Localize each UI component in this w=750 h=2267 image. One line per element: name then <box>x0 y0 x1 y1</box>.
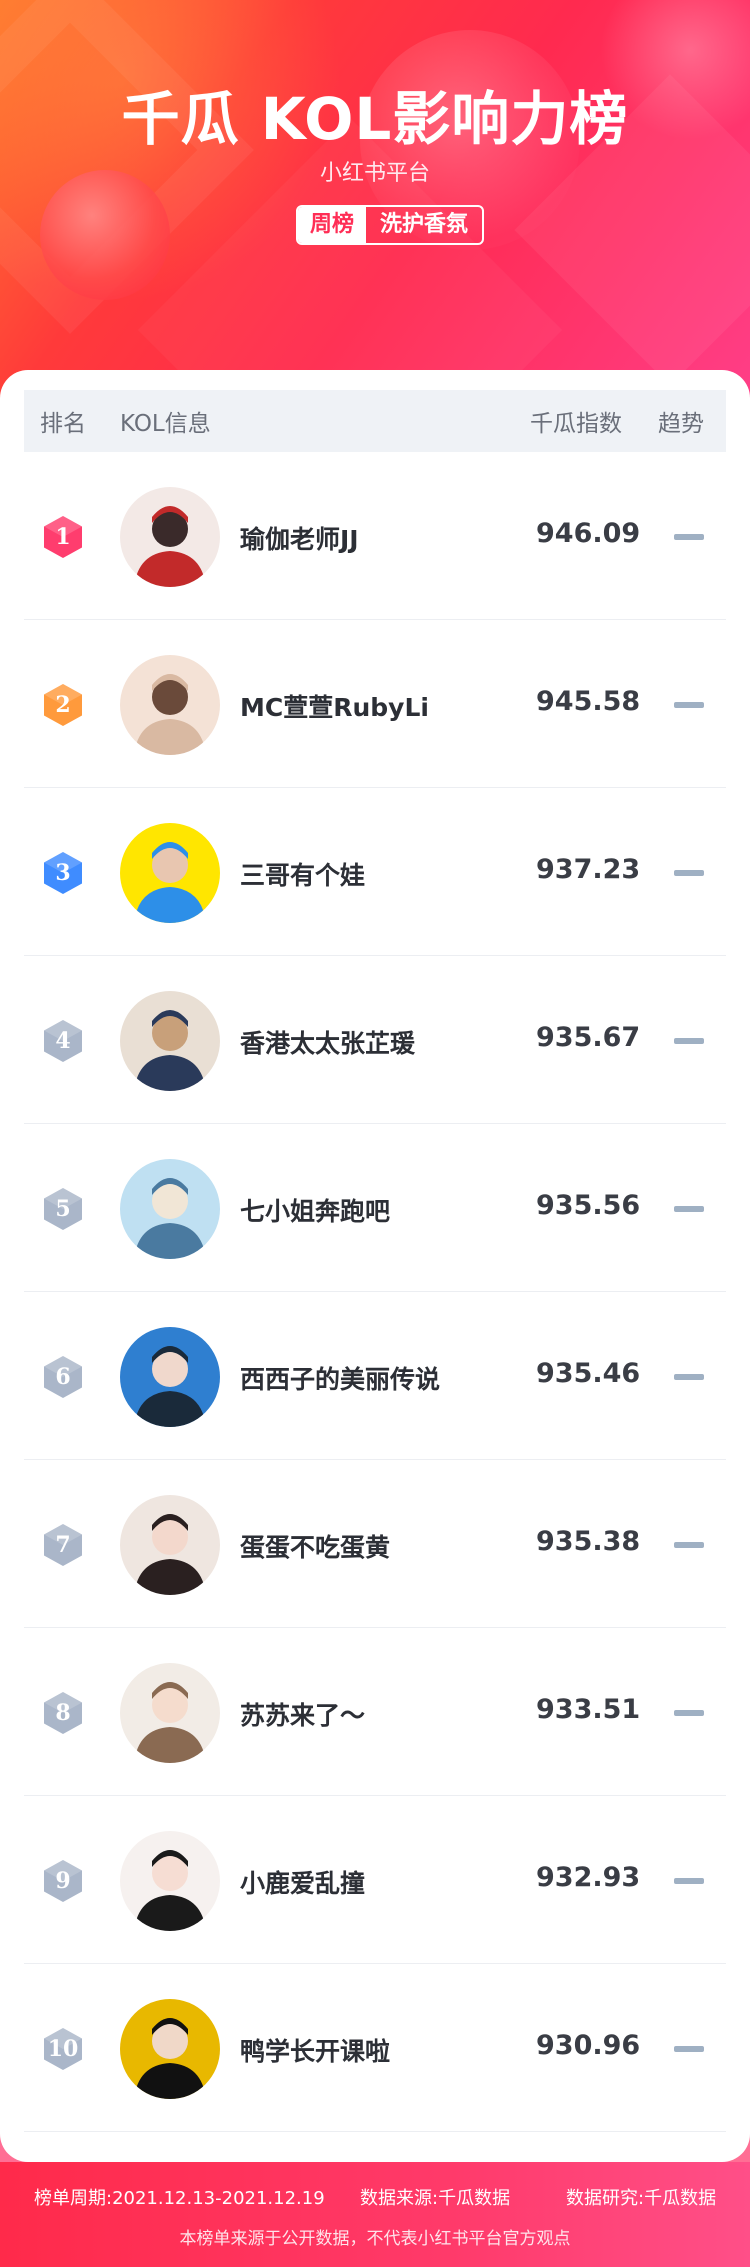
footer-disclaimer: 本榜单来源于公开数据，不代表小红书平台官方观点 <box>179 2229 571 2249</box>
rank-number: 8 <box>55 1700 71 1726</box>
trend-flat-icon <box>674 2046 704 2052</box>
kol-name[interactable]: 香港太太张芷瑗 <box>240 1024 415 1060</box>
kol-index-score: 935.56 <box>536 1190 641 1221</box>
kol-name[interactable]: 蛋蛋不吃蛋黄 <box>240 1528 390 1564</box>
rank-number: 7 <box>55 1532 71 1558</box>
kol-avatar[interactable] <box>120 655 220 755</box>
trend-flat-icon <box>674 1374 704 1380</box>
rank-number: 3 <box>55 860 71 886</box>
kol-avatar[interactable] <box>120 1663 220 1763</box>
trend-flat-icon <box>674 1878 704 1884</box>
rank-badge-icon: 4 <box>42 1019 84 1063</box>
table-row[interactable]: 4 香港太太张芷瑗 935.67 <box>24 956 726 1124</box>
kol-avatar[interactable] <box>120 823 220 923</box>
rank-number: 5 <box>55 1196 71 1222</box>
column-header-kol-info: KOL信息 <box>120 411 211 437</box>
trend-flat-icon <box>674 1710 704 1716</box>
trend-flat-icon <box>674 702 704 708</box>
kol-name[interactable]: 西西子的美丽传说 <box>240 1360 440 1396</box>
ranking-page: 千瓜 KOL影响力榜 小红书平台 周榜 洗护香氛 排名 KOL信息 千瓜指数 趋… <box>0 0 750 2267</box>
kol-name[interactable]: 苏苏来了～ <box>240 1696 365 1732</box>
rank-number: 9 <box>55 1868 71 1894</box>
table-row[interactable]: 9 小鹿爱乱撞 932.93 <box>24 1796 726 1964</box>
tag-period[interactable]: 周榜 <box>298 207 367 243</box>
kol-index-score: 933.51 <box>536 1694 641 1725</box>
table-row[interactable]: 6 西西子的美丽传说 935.46 <box>24 1292 726 1460</box>
kol-name[interactable]: 三哥有个娃 <box>240 856 365 892</box>
rank-badge-icon: 7 <box>42 1523 84 1567</box>
kol-index-score: 935.46 <box>536 1358 641 1389</box>
rank-number: 2 <box>55 692 71 718</box>
column-header-trend: 趋势 <box>658 411 704 437</box>
table-row[interactable]: 5 七小姐奔跑吧 935.56 <box>24 1124 726 1292</box>
kol-index-score: 932.93 <box>536 1862 641 1893</box>
footer-source: 数据来源:千瓜数据 <box>360 2188 511 2209</box>
kol-index-score: 930.96 <box>536 2030 641 2061</box>
table-row[interactable]: 10 鸭学长开课啦 930.96 <box>24 1964 726 2132</box>
kol-avatar[interactable] <box>120 1831 220 1931</box>
ranking-card: 排名 KOL信息 千瓜指数 趋势 1 瑜伽老师JJ 946.09 2 MC萱萱R… <box>0 370 750 2162</box>
rank-number: 1 <box>55 524 71 550</box>
page-footer: 榜单周期:2021.12.13-2021.12.19 数据来源:千瓜数据 数据研… <box>0 2162 750 2267</box>
kol-avatar[interactable] <box>120 487 220 587</box>
table-row[interactable]: 1 瑜伽老师JJ 946.09 <box>24 452 726 620</box>
kol-avatar[interactable] <box>120 1159 220 1259</box>
trend-flat-icon <box>674 1542 704 1548</box>
rank-badge-icon: 2 <box>42 683 84 727</box>
rank-badge-icon: 5 <box>42 1187 84 1231</box>
trend-flat-icon <box>674 1206 704 1212</box>
ranking-tags: 周榜 洗护香氛 <box>296 205 485 245</box>
kol-avatar[interactable] <box>120 1495 220 1595</box>
rank-number: 6 <box>55 1364 71 1390</box>
decorative-ball <box>40 170 170 300</box>
table-header: 排名 KOL信息 千瓜指数 趋势 <box>24 390 726 452</box>
rank-badge-icon: 3 <box>42 851 84 895</box>
page-title: 千瓜 KOL影响力榜 <box>121 85 629 153</box>
kol-avatar[interactable] <box>120 1327 220 1427</box>
kol-index-score: 945.58 <box>536 686 641 717</box>
rank-number: 10 <box>47 2036 79 2062</box>
column-header-rank: 排名 <box>40 411 86 437</box>
trend-flat-icon <box>674 534 704 540</box>
kol-avatar[interactable] <box>120 991 220 1091</box>
kol-name[interactable]: 小鹿爱乱撞 <box>240 1864 365 1900</box>
column-header-index: 千瓜指数 <box>530 411 622 437</box>
kol-name[interactable]: MC萱萱RubyLi <box>240 688 429 724</box>
rank-number: 4 <box>55 1028 71 1054</box>
tag-category[interactable]: 洗护香氛 <box>366 207 482 243</box>
table-row[interactable]: 3 三哥有个娃 937.23 <box>24 788 726 956</box>
hero-banner: 千瓜 KOL影响力榜 小红书平台 周榜 洗护香氛 <box>0 0 750 430</box>
trend-flat-icon <box>674 870 704 876</box>
rank-badge-icon: 8 <box>42 1691 84 1735</box>
rank-badge-icon: 9 <box>42 1859 84 1903</box>
kol-avatar[interactable] <box>120 1999 220 2099</box>
trend-flat-icon <box>674 1038 704 1044</box>
ranking-list: 1 瑜伽老师JJ 946.09 2 MC萱萱RubyLi 945.58 3 三哥… <box>24 452 726 2132</box>
rank-badge-icon: 10 <box>42 2027 84 2071</box>
footer-research: 数据研究:千瓜数据 <box>566 2188 717 2209</box>
kol-index-score: 935.67 <box>536 1022 641 1053</box>
kol-name[interactable]: 瑜伽老师JJ <box>240 520 359 556</box>
kol-index-score: 937.23 <box>536 854 641 885</box>
kol-name[interactable]: 七小姐奔跑吧 <box>240 1192 390 1228</box>
kol-index-score: 946.09 <box>536 518 641 549</box>
footer-period: 榜单周期:2021.12.13-2021.12.19 <box>34 2188 325 2209</box>
kol-index-score: 935.38 <box>536 1526 641 1557</box>
table-row[interactable]: 7 蛋蛋不吃蛋黄 935.38 <box>24 1460 726 1628</box>
table-row[interactable]: 2 MC萱萱RubyLi 945.58 <box>24 620 726 788</box>
platform-subtitle: 小红书平台 <box>319 161 430 186</box>
rank-badge-icon: 6 <box>42 1355 84 1399</box>
rank-badge-icon: 1 <box>42 515 84 559</box>
kol-name[interactable]: 鸭学长开课啦 <box>240 2032 390 2068</box>
table-row[interactable]: 8 苏苏来了～ 933.51 <box>24 1628 726 1796</box>
